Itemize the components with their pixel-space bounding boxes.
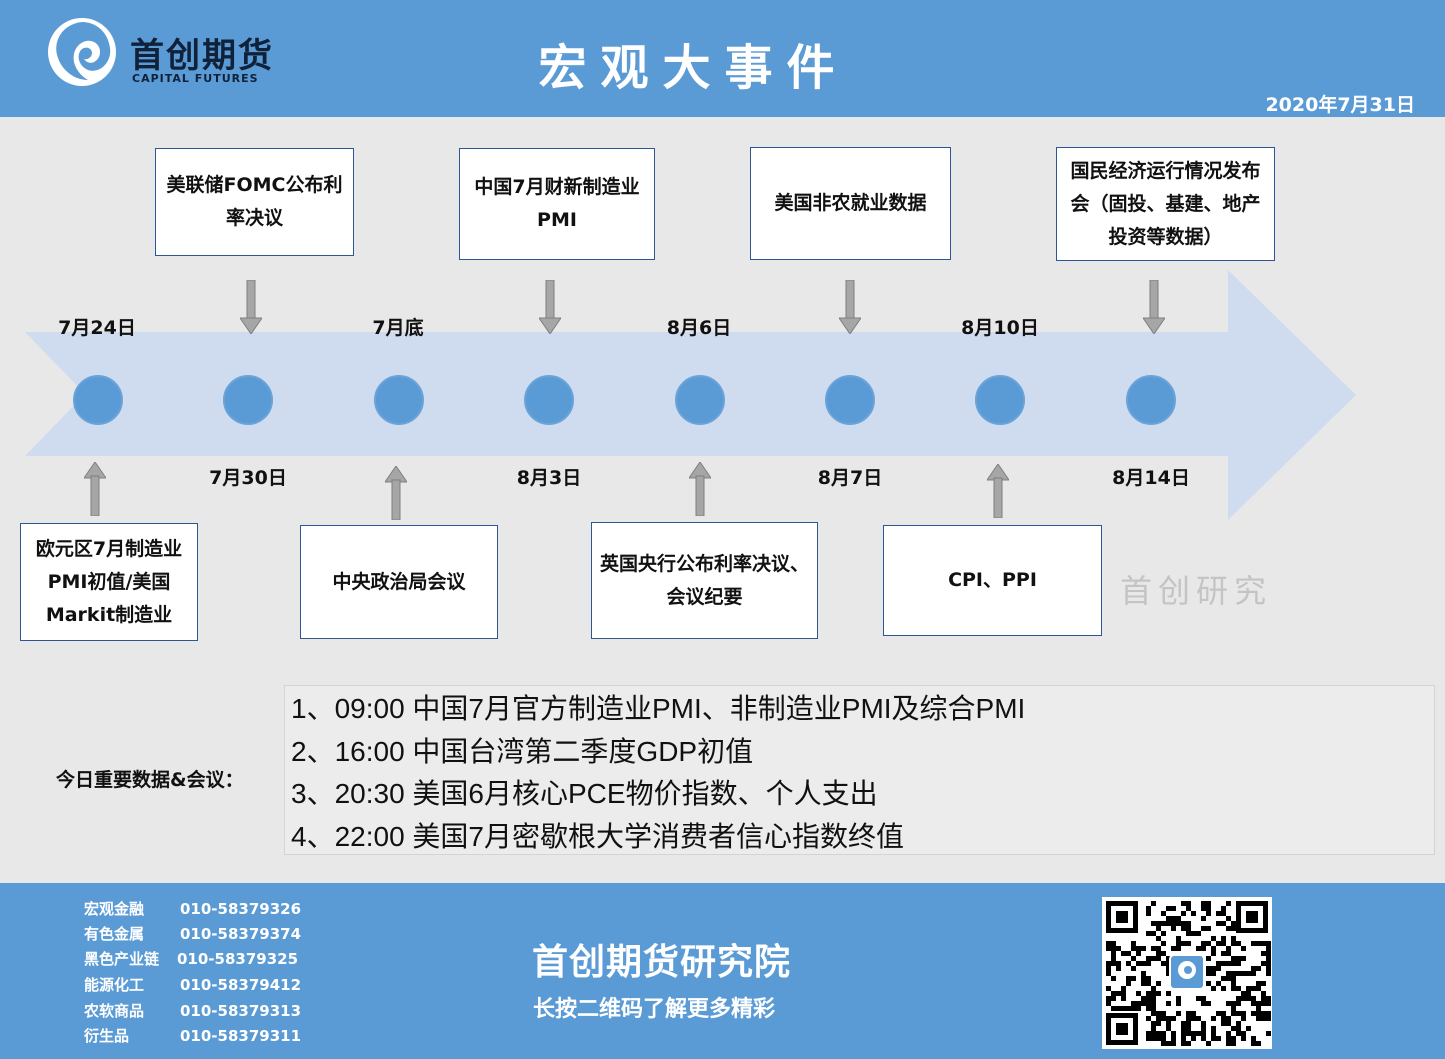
contact-name: 黑色产业链 xyxy=(84,950,160,968)
contact-row: 农软商品 010-58379313 xyxy=(84,1000,301,1021)
event-box-euro-pmi: 欧元区7月制造业PMI初值/美国Markit制造业 xyxy=(20,523,198,641)
timeline-dot xyxy=(73,375,123,425)
up-arrow-icon xyxy=(987,464,1009,518)
timeline-date-8: 8月14日 xyxy=(1112,467,1190,489)
watermark: 首创研究 xyxy=(1120,572,1273,610)
event-box-national-economy: 国民经济运行情况发布会（固投、基建、地产投资等数据） xyxy=(1056,147,1275,261)
timeline-dot xyxy=(675,375,725,425)
timeline-date-2: 7月30日 xyxy=(209,467,287,489)
up-arrow-icon xyxy=(689,462,711,516)
timeline-date-7: 8月10日 xyxy=(961,317,1039,339)
qr-code-icon[interactable] xyxy=(1102,897,1272,1049)
page-title: 宏观大事件 xyxy=(538,40,849,96)
timeline-dot xyxy=(524,375,574,425)
timeline-dot xyxy=(975,375,1025,425)
contact-row: 有色金属 010-58379374 xyxy=(84,923,301,944)
down-arrow-icon xyxy=(839,280,861,334)
down-arrow-icon xyxy=(539,280,561,334)
down-arrow-icon xyxy=(240,280,262,334)
contact-row: 黑色产业链 010-58379325 xyxy=(84,948,298,969)
timeline-date-3: 7月底 xyxy=(372,317,424,339)
event-box-boe: 英国央行公布利率决议、会议纪要 xyxy=(591,522,818,639)
event-box-cpi-ppi: CPI、PPI xyxy=(883,525,1102,636)
today-label: 今日重要数据&会议： xyxy=(56,769,244,791)
contact-name: 有色金属 xyxy=(84,925,145,943)
page-title-wrap: 宏观大事件 xyxy=(0,28,1445,98)
contact-row: 能源化工 010-58379412 xyxy=(84,974,301,995)
contact-phone[interactable]: 010-58379311 xyxy=(180,1027,301,1045)
header-bar: 首创期货 CAPITAL FUTURES 宏观大事件 2020年7月31日 xyxy=(0,0,1445,117)
contact-row: 宏观金融 010-58379326 xyxy=(84,898,301,919)
contact-phone[interactable]: 010-58379412 xyxy=(180,976,301,994)
institute-name: 首创期货研究院 xyxy=(532,942,792,983)
up-arrow-icon xyxy=(385,466,407,520)
timeline-date-4: 8月3日 xyxy=(516,467,582,489)
event-box-nonfarm: 美国非农就业数据 xyxy=(750,147,951,260)
contact-phone[interactable]: 010-58379325 xyxy=(177,950,298,968)
up-arrow-icon xyxy=(84,462,106,516)
event-box-politburo: 中央政治局会议 xyxy=(300,525,498,639)
event-box-caixin-pmi: 中国7月财新制造业PMI xyxy=(459,148,655,260)
footer-bottom-line xyxy=(155,1054,1445,1056)
timeline-date-1: 7月24日 xyxy=(58,317,136,339)
today-item: 1、09:00 中国7月官方制造业PMI、非制造业PMI及综合PMI xyxy=(291,693,1026,724)
contact-phone[interactable]: 010-58379374 xyxy=(180,925,301,943)
today-item: 3、20:30 美国6月核心PCE物价指数、个人支出 xyxy=(291,778,878,809)
today-item: 4、22:00 美国7月密歇根大学消费者信心指数终值 xyxy=(291,820,904,852)
contact-phone[interactable]: 010-58379313 xyxy=(180,1002,301,1020)
contact-name: 能源化工 xyxy=(84,976,145,994)
contact-row: 衍生品 010-58379311 xyxy=(84,1025,301,1046)
timeline-dot xyxy=(1126,375,1176,425)
down-arrow-icon xyxy=(1143,280,1165,334)
contact-name: 农软商品 xyxy=(84,1002,145,1020)
qr-code-graphic xyxy=(1102,897,1272,1049)
timeline-date-5: 8月6日 xyxy=(666,317,732,339)
today-item: 2、16:00 中国台湾第二季度GDP初值 xyxy=(291,735,754,767)
event-box-fomc: 美联储FOMC公布利率决议 xyxy=(155,148,354,256)
report-date: 2020年7月31日 xyxy=(1265,94,1415,116)
timeline-dot xyxy=(223,375,273,425)
contact-phone[interactable]: 010-58379326 xyxy=(180,900,301,918)
timeline-dot xyxy=(374,375,424,425)
contact-name: 衍生品 xyxy=(84,1027,130,1045)
contact-name: 宏观金融 xyxy=(84,900,145,918)
footer-bar: 宏观金融 010-58379326 有色金属 010-58379374 黑色产业链 0… xyxy=(0,883,1445,1059)
timeline-dot xyxy=(825,375,875,425)
footer-slogan: 长按二维码了解更多精彩 xyxy=(533,997,776,1022)
today-list: 1、09:00 中国7月官方制造业PMI、非制造业PMI及综合PMI 2、16:… xyxy=(284,685,1435,855)
timeline-date-6: 8月7日 xyxy=(817,467,883,489)
